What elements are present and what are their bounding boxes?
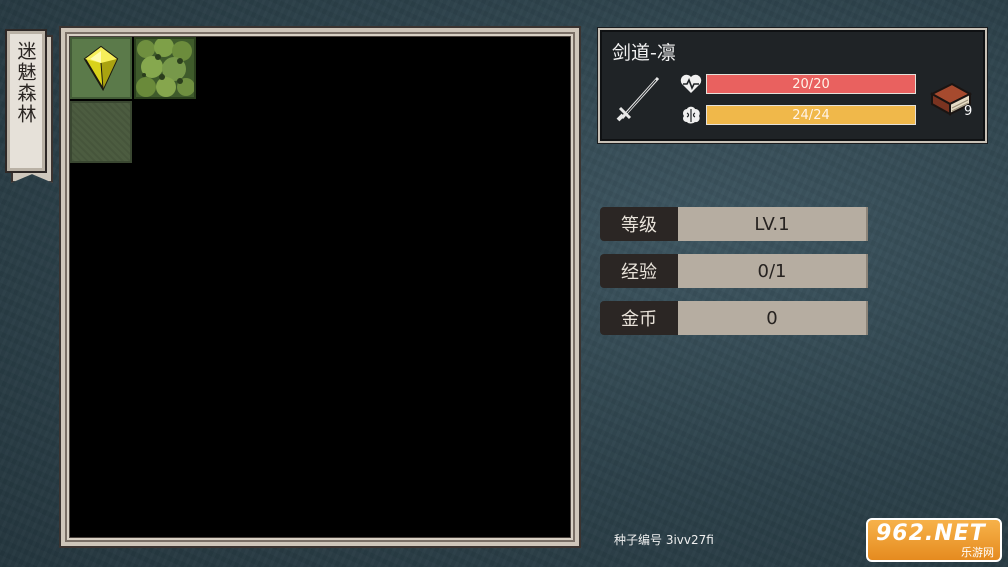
exp-value: 0/1 <box>678 254 868 288</box>
character-panel: 剑道-凛 20/20 24/24 9 <box>598 28 987 143</box>
forest-tile[interactable] <box>134 37 196 99</box>
hp-bar: 20/20 <box>706 74 916 94</box>
level-row: 等级 LV.1 <box>600 207 868 241</box>
watermark-sub: 乐游网 <box>961 546 994 559</box>
heart-pulse-icon <box>680 74 702 93</box>
watermark-main: 962.NET <box>876 521 986 546</box>
fog-tile[interactable] <box>70 101 132 163</box>
forest-icon <box>136 39 194 97</box>
book-count: 9 <box>964 104 973 119</box>
hp-text: 20/20 <box>792 76 830 92</box>
crystal-icon <box>83 45 119 91</box>
exp-row: 经验 0/1 <box>600 254 868 288</box>
area-name: 迷魅森林 <box>14 41 37 125</box>
mp-bar: 24/24 <box>706 105 916 125</box>
gold-label: 金币 <box>600 301 678 335</box>
gold-row: 金币 0 <box>600 301 868 335</box>
sword-icon <box>616 76 660 122</box>
level-label: 等级 <box>600 207 678 241</box>
map-canvas[interactable] <box>69 36 571 538</box>
seed-label: 种子编号 3ivv27fi <box>614 533 714 547</box>
brain-icon <box>683 106 700 124</box>
gold-value: 0 <box>678 301 868 335</box>
map-frame <box>59 26 581 548</box>
banner-front: 迷魅森林 <box>5 29 47 173</box>
mp-text: 24/24 <box>792 107 830 123</box>
exp-label: 经验 <box>600 254 678 288</box>
level-value: LV.1 <box>678 207 868 241</box>
crystal-tile[interactable] <box>70 37 132 99</box>
area-banner: 迷魅森林 <box>5 29 53 183</box>
watermark-logo: 962.NET 乐游网 <box>866 518 1002 562</box>
character-name: 剑道-凛 <box>612 42 676 64</box>
